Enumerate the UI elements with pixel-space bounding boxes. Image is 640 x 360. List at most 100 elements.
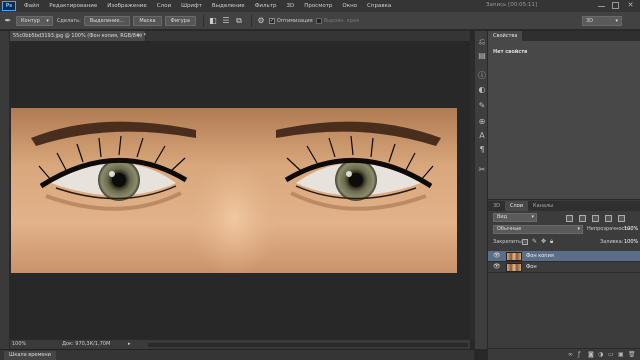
menu-view[interactable]: Просмотр: [299, 3, 337, 9]
document-info: Док: 970,3К/1,70М: [62, 341, 111, 347]
menu-3d[interactable]: 3D: [281, 3, 299, 9]
maximize-button[interactable]: [612, 2, 619, 9]
layer-row[interactable]: 👁︎ Фон: [488, 262, 640, 273]
layer-name: Фон копия: [526, 253, 554, 259]
layer-filter-select[interactable]: Вид: [493, 213, 537, 222]
lock-brush-icon[interactable]: ✎: [532, 237, 537, 247]
fill-label: Заливка:: [600, 239, 624, 245]
align-edges-label: Выровн. края: [323, 17, 359, 24]
optimize-label: Оптимизация: [276, 17, 313, 24]
workspace-select[interactable]: 3D: [582, 16, 622, 26]
link-icon[interactable]: ∞: [568, 352, 574, 358]
properties-panel: Нет свойств: [488, 41, 640, 200]
filter-smart-object-icon[interactable]: [618, 215, 625, 222]
layer-comps-icon[interactable]: ▤: [477, 51, 487, 61]
divider: [202, 14, 204, 27]
tab-timeline[interactable]: Шкала времени: [4, 351, 56, 360]
menu-filter[interactable]: Фильтр: [250, 3, 282, 9]
tab-channels[interactable]: Каналы: [528, 201, 558, 211]
lock-all-icon[interactable]: 🔒︎: [550, 237, 553, 247]
eyes-photo: [11, 108, 457, 273]
eye-icon[interactable]: 👁︎: [493, 253, 501, 259]
mask-icon[interactable]: ◙: [588, 352, 594, 358]
folder-icon[interactable]: ▭: [608, 352, 614, 358]
lock-transparency-icon[interactable]: [522, 239, 528, 245]
brush-icon[interactable]: ✎: [477, 101, 487, 111]
blend-mode-select[interactable]: Обычные: [493, 225, 583, 234]
path-operations-icon[interactable]: ◧: [208, 16, 218, 26]
lock-row: Закрепить: ✎ ✥ 🔒︎ Заливка: 100%: [488, 237, 640, 249]
tab-3d[interactable]: 3D: [488, 201, 505, 211]
opacity-value[interactable]: 100%: [624, 225, 638, 234]
panel-icons-column: ⎌ ▤ ⓘ ◐ ✎ ⊕ A ¶ ✂: [474, 31, 488, 349]
menu-layers[interactable]: Слои: [152, 3, 176, 9]
document-tab-title: 55c0bb5bd3193.jpg @ 100% (Фон копия, RGB…: [13, 33, 147, 39]
canvas-area[interactable]: [10, 41, 470, 339]
properties-tabs: Свойства: [488, 31, 640, 41]
options-bar: ✒ Контур Сделать: Выделение... Маска Фиг…: [0, 12, 640, 30]
layer-row[interactable]: 👁︎ Фон копия: [488, 251, 640, 262]
menu-edit[interactable]: Редактирование: [44, 3, 102, 9]
lock-move-icon[interactable]: ✥: [541, 237, 546, 247]
eye-icon[interactable]: 👁︎: [493, 264, 501, 270]
status-bar: 100% Док: 970,3К/1,70М ▸: [10, 339, 470, 349]
adjustments-icon[interactable]: ◐: [477, 85, 487, 95]
trash-icon[interactable]: 🗑︎: [628, 352, 636, 358]
gear-icon[interactable]: ⚙: [256, 16, 266, 26]
divider: [250, 14, 252, 27]
shape-button[interactable]: Фигура: [164, 15, 196, 26]
selection-button[interactable]: Выделение...: [83, 15, 131, 26]
horizontal-scrollbar[interactable]: [148, 343, 468, 347]
path-arrangement-icon[interactable]: ⧉: [234, 16, 244, 26]
new-layer-icon[interactable]: ▣: [618, 352, 624, 358]
close-window-button[interactable]: ✕: [627, 2, 634, 9]
path-alignment-icon[interactable]: ☰: [221, 16, 231, 26]
fill-value[interactable]: 100%: [624, 238, 638, 247]
timeline-panel: Шкала времени: [0, 349, 474, 360]
menu-window[interactable]: Окно: [337, 3, 362, 9]
right-panels: Свойства Нет свойств 3D Слои Каналы Вид …: [488, 31, 640, 360]
history-icon[interactable]: ⎌: [477, 37, 487, 47]
character-icon[interactable]: A: [477, 131, 487, 141]
layers-tabs: 3D Слои Каналы: [488, 201, 640, 211]
layers-panel: 3D Слои Каналы Вид Обычные Непрозрачност…: [488, 201, 640, 360]
mask-button[interactable]: Маска: [133, 15, 162, 26]
tools-panel: [0, 31, 10, 349]
make-label: Сделать:: [56, 17, 81, 24]
menu-type[interactable]: Шрифт: [176, 3, 207, 9]
no-properties-text: Нет свойств: [493, 49, 528, 55]
minimize-button[interactable]: [598, 2, 605, 7]
filter-pixel-icon[interactable]: [566, 215, 573, 222]
layer-filter-row: Вид: [488, 212, 640, 224]
close-tab-icon[interactable]: ×: [138, 31, 142, 41]
layer-name: Фон: [526, 264, 537, 270]
zoom-level[interactable]: 100%: [12, 340, 26, 349]
fx-icon[interactable]: ƒ: [578, 352, 584, 358]
align-edges-checkbox[interactable]: [315, 17, 322, 24]
clone-source-icon[interactable]: ⊕: [477, 117, 487, 127]
menu-select[interactable]: Выделение: [207, 3, 250, 9]
menu-image[interactable]: Изображение: [102, 3, 152, 9]
tab-strip: [146, 31, 470, 41]
tools-icon[interactable]: ✂: [477, 165, 487, 175]
layer-thumbnail: [506, 263, 522, 272]
adjustment-layer-icon[interactable]: ◑: [598, 352, 604, 358]
chevron-right-icon[interactable]: ▸: [128, 340, 131, 349]
info-icon[interactable]: ⓘ: [477, 71, 487, 81]
pen-tool-icon[interactable]: ✒: [3, 16, 13, 26]
paragraph-icon[interactable]: ¶: [477, 145, 487, 155]
document-tab[interactable]: 55c0bb5bd3193.jpg @ 100% (Фон копия, RGB…: [10, 31, 146, 41]
window-title: Запись [00:05:11]: [486, 2, 538, 8]
menu-bar: Ps Файл Редактирование Изображение Слои …: [0, 0, 640, 12]
menu-file[interactable]: Файл: [19, 3, 44, 9]
tab-layers[interactable]: Слои: [505, 201, 529, 211]
filter-type-icon[interactable]: [592, 215, 599, 222]
tab-properties[interactable]: Свойства: [488, 31, 523, 41]
menu-help[interactable]: Справка: [362, 3, 396, 9]
optimize-checkbox[interactable]: ✓: [268, 17, 275, 24]
filter-shape-icon[interactable]: [605, 215, 612, 222]
blend-row: Обычные Непрозрачность: 100%: [488, 224, 640, 236]
pen-mode-select[interactable]: Контур: [16, 15, 53, 26]
filter-adjustment-icon[interactable]: [579, 215, 586, 222]
layer-thumbnail: [506, 252, 522, 261]
